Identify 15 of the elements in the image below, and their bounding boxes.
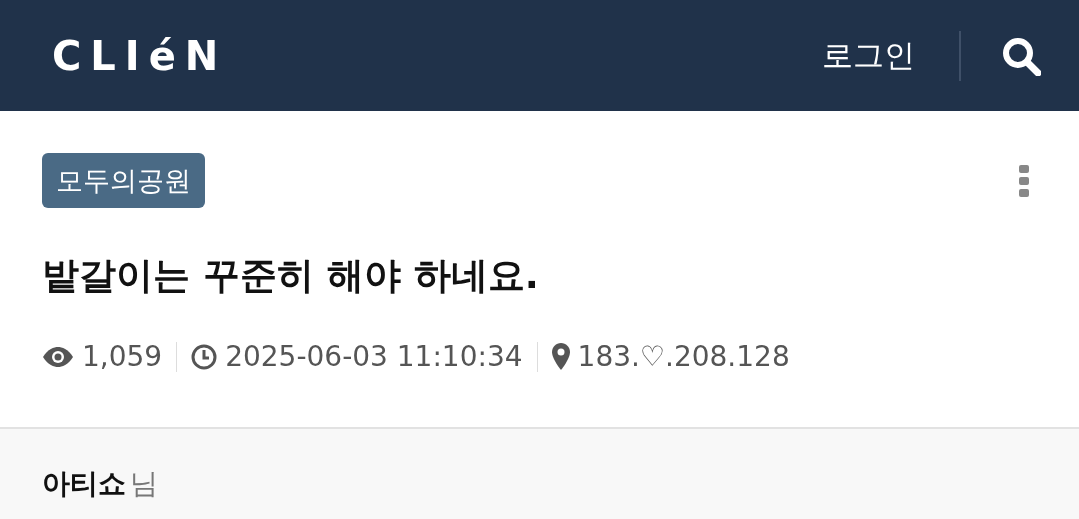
search-icon <box>1001 35 1041 76</box>
more-icon <box>1019 164 1029 197</box>
map-pin-icon <box>551 343 570 370</box>
board-tag[interactable]: 모두의공원 <box>42 153 205 208</box>
post-time: 2025-06-03 11:10:34 <box>225 340 523 373</box>
clock-icon <box>191 343 218 370</box>
eye-icon <box>42 345 74 368</box>
ip-address: 183.♡.208.128 <box>577 340 790 373</box>
view-count: 1,059 <box>82 340 163 373</box>
logo[interactable]: CLIéN <box>52 32 822 79</box>
author-suffix: 님 <box>130 466 158 502</box>
author-name[interactable]: 아티쇼 <box>42 465 126 503</box>
post-title: 밭갈이는 꾸준히 해야 하네요. <box>42 253 540 299</box>
login-link[interactable]: 로그인 <box>822 34 915 77</box>
search-button[interactable] <box>1001 35 1041 76</box>
